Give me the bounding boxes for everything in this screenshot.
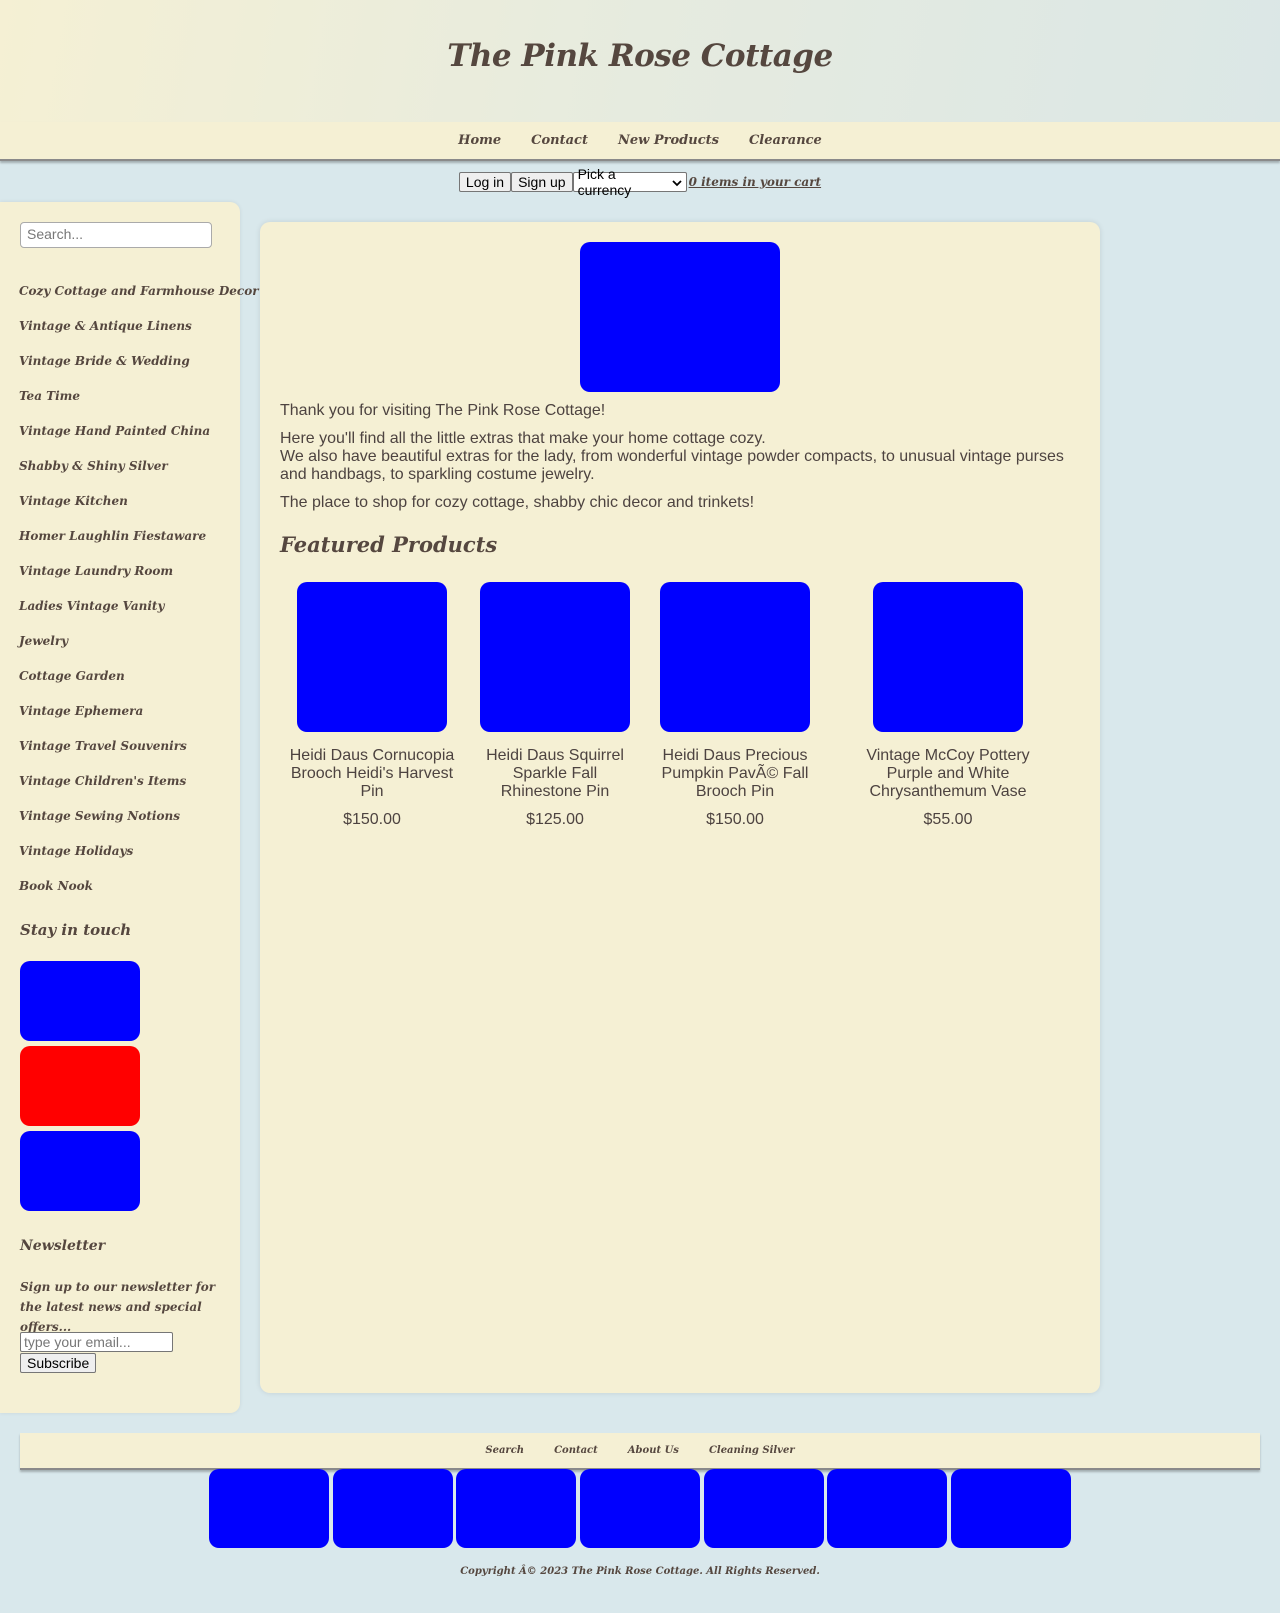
product-name[interactable]: Vintage McCoy Pottery Purple and White C…	[850, 747, 1046, 801]
intro-line: We also have beautiful extras for the la…	[280, 448, 1064, 483]
product-card[interactable]: Vintage McCoy Pottery Purple and White C…	[850, 582, 1046, 829]
category-item[interactable]: Vintage Holidays	[19, 844, 259, 879]
category-item[interactable]: Homer Laughlin Fiestaware	[19, 529, 259, 564]
newsletter-text: Sign up to our newsletter for the latest…	[20, 1280, 216, 1334]
nav-new-products[interactable]: New Products	[618, 133, 719, 148]
hero-image	[580, 242, 780, 392]
stay-in-touch-heading: Stay in touch	[20, 921, 132, 939]
product-name[interactable]: Heidi Daus Cornucopia Brooch Heidi's Har…	[280, 747, 464, 801]
product-name[interactable]: Heidi Daus Precious Pumpkin PavÃ© Fall B…	[658, 747, 812, 801]
product-price: $150.00	[706, 811, 764, 828]
product-image[interactable]	[297, 582, 447, 732]
category-item[interactable]: Cozy Cottage and Farmhouse Decor	[19, 284, 259, 319]
category-item[interactable]: Vintage Children's Items	[19, 774, 259, 809]
search-input[interactable]: Search...	[20, 222, 212, 248]
product-image[interactable]	[480, 582, 630, 732]
cart-link[interactable]: 0 items in your cart	[689, 175, 822, 189]
category-item[interactable]: Vintage Hand Painted China	[19, 424, 259, 459]
intro-line: Thank you for visiting The Pink Rose Cot…	[280, 402, 606, 419]
category-item[interactable]: Vintage Ephemera	[19, 704, 259, 739]
product-price: $150.00	[343, 811, 401, 828]
intro-line: Here you'll find all the little extras t…	[280, 430, 766, 447]
category-item[interactable]: Shabby & Shiny Silver	[19, 459, 259, 494]
footer-link-search[interactable]: Search	[485, 1445, 524, 1456]
category-item[interactable]: Cottage Garden	[19, 669, 259, 704]
category-item[interactable]: Vintage Bride & Wedding	[19, 354, 259, 389]
product-price: $55.00	[923, 811, 973, 828]
category-item[interactable]: Jewelry	[19, 634, 259, 669]
currency-select[interactable]: Pick a currency	[572, 166, 687, 198]
main-content: Thank you for visiting The Pink Rose Cot…	[260, 222, 1100, 1393]
utility-bar: Log in Sign up Pick a currency 0 items i…	[0, 166, 1280, 198]
intro-text: Thank you for visiting The Pink Rose Cot…	[280, 402, 1080, 522]
payment-icon	[209, 1469, 329, 1548]
signup-button[interactable]: Sign up	[511, 172, 573, 192]
intro-line: The place to shop for cozy cottage, shab…	[280, 494, 755, 511]
category-item[interactable]: Vintage Laundry Room	[19, 564, 259, 599]
newsletter-heading: Newsletter	[20, 1238, 106, 1254]
site-title[interactable]: The Pink Rose Cottage	[0, 38, 1280, 74]
product-price: $125.00	[526, 811, 584, 828]
product-card[interactable]: Heidi Daus Squirrel Sparkle Fall Rhinest…	[480, 582, 630, 829]
top-nav: Home Contact New Products Clearance	[0, 122, 1280, 161]
footer-link-about-us[interactable]: About Us	[628, 1445, 679, 1456]
category-item[interactable]: Book Nook	[19, 879, 259, 914]
nav-contact[interactable]: Contact	[531, 133, 588, 148]
footer-link-contact[interactable]: Contact	[554, 1445, 598, 1456]
product-image[interactable]	[873, 582, 1023, 732]
category-item[interactable]: Vintage Travel Souvenirs	[19, 739, 259, 774]
site-header: The Pink Rose Cottage	[0, 0, 1280, 122]
category-item[interactable]: Vintage Kitchen	[19, 494, 259, 529]
payment-icon	[827, 1469, 947, 1548]
payment-icon	[333, 1469, 453, 1548]
payment-icon	[456, 1469, 576, 1548]
payment-icon	[704, 1469, 824, 1548]
chevron-down-icon	[671, 174, 682, 190]
subscribe-button[interactable]: Subscribe	[20, 1353, 97, 1373]
category-item[interactable]: Vintage Sewing Notions	[19, 809, 259, 844]
nav-home[interactable]: Home	[458, 133, 501, 148]
category-list: Cozy Cottage and Farmhouse Decor Vintage…	[19, 284, 259, 914]
product-card[interactable]: Heidi Daus Cornucopia Brooch Heidi's Har…	[280, 582, 464, 829]
footer-nav: Search Contact About Us Cleaning Silver	[20, 1433, 1260, 1470]
footer-link-cleaning-silver[interactable]: Cleaning Silver	[709, 1445, 795, 1456]
product-image[interactable]	[660, 582, 810, 732]
category-item[interactable]: Vintage & Antique Linens	[19, 319, 259, 354]
product-card[interactable]: Heidi Daus Precious Pumpkin PavÃ© Fall B…	[658, 582, 812, 829]
product-name[interactable]: Heidi Daus Squirrel Sparkle Fall Rhinest…	[480, 747, 630, 801]
email-field[interactable]: type your email...	[20, 1332, 173, 1352]
sidebar: Search... Cozy Cottage and Farmhouse Dec…	[0, 202, 259, 1413]
payment-icon	[951, 1469, 1071, 1548]
featured-products-heading: Featured Products	[280, 532, 498, 557]
social-icon[interactable]	[20, 961, 140, 1041]
payment-icon	[580, 1469, 700, 1548]
social-icon[interactable]	[20, 1046, 140, 1126]
nav-clearance[interactable]: Clearance	[749, 133, 822, 148]
login-button[interactable]: Log in	[458, 172, 512, 192]
category-item[interactable]: Tea Time	[19, 389, 259, 424]
social-icon[interactable]	[20, 1131, 140, 1211]
currency-select-value: Pick a currency	[577, 166, 632, 198]
category-item[interactable]: Ladies Vintage Vanity	[19, 599, 259, 634]
copyright: Copyright Â© 2023 The Pink Rose Cottage.…	[460, 1566, 820, 1577]
